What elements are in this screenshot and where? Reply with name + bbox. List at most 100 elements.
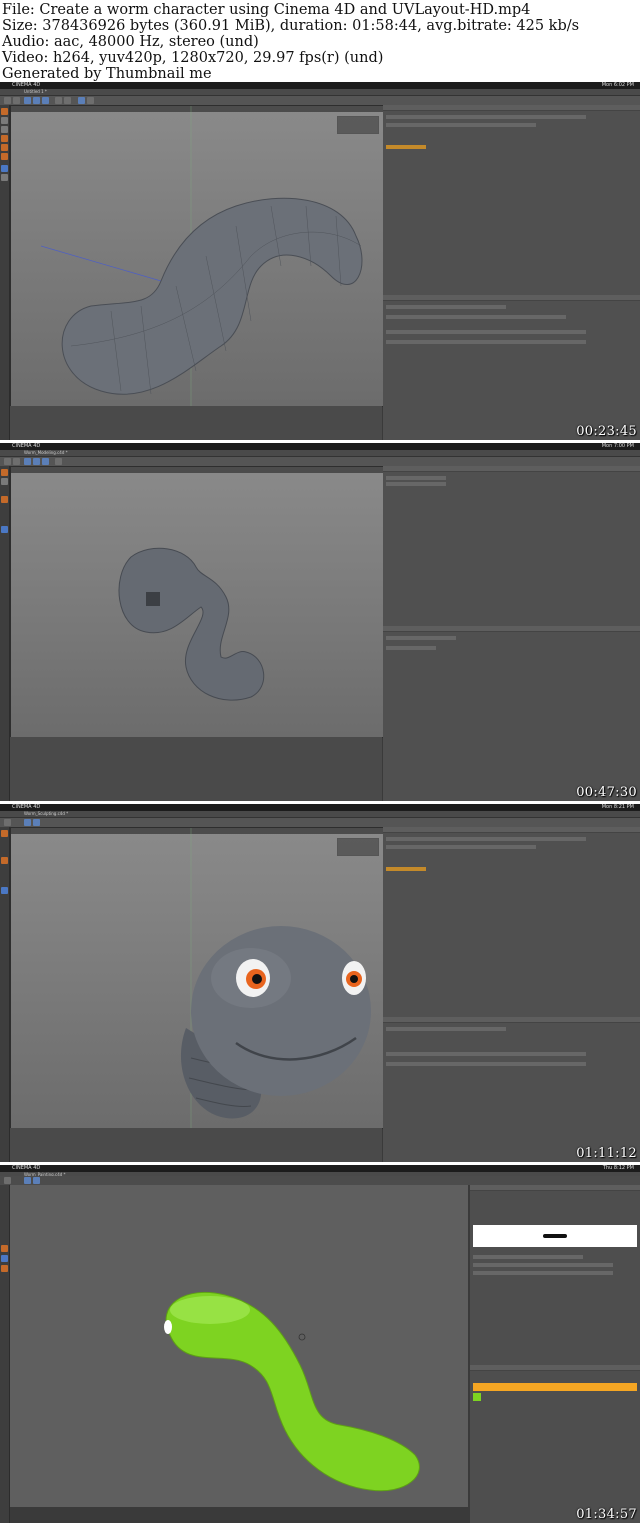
paint-tool-icon[interactable] [33, 1177, 40, 1184]
layer-row[interactable] [386, 123, 536, 127]
document-title: Untitled 1 * [24, 89, 47, 94]
render-icon[interactable] [55, 458, 62, 465]
make-editable-icon[interactable] [1, 830, 8, 837]
axis-icon[interactable] [1, 174, 8, 181]
attr-row[interactable] [386, 1062, 586, 1066]
document-title: Worm_Modeling.c4d * [24, 450, 68, 455]
thumbnail-frame-3: CINEMA 4D Mon 8:21 PM Worm_Sculpting.c4d… [0, 804, 640, 1162]
attr-row[interactable] [386, 1052, 586, 1056]
attr-row[interactable] [473, 1263, 613, 1267]
move-tool-icon[interactable] [24, 819, 31, 826]
polygons-mode-icon[interactable] [1, 153, 8, 160]
edges-mode-icon[interactable] [1, 144, 8, 151]
main-toolbar [0, 457, 640, 466]
pen-icon[interactable] [87, 97, 94, 104]
attr-row[interactable] [386, 646, 436, 650]
object-row[interactable] [386, 482, 446, 486]
attr-row[interactable] [386, 636, 456, 640]
undo-icon[interactable] [4, 458, 11, 465]
scale-tool-icon[interactable] [33, 458, 40, 465]
brush-icon[interactable] [1, 1255, 8, 1262]
attr-row[interactable] [386, 340, 586, 344]
object-row[interactable] [386, 476, 446, 480]
undo-icon[interactable] [4, 819, 11, 826]
redo-icon[interactable] [13, 97, 20, 104]
snap-icon[interactable] [1, 887, 8, 894]
attr-row[interactable] [386, 1027, 506, 1031]
layer-row[interactable] [386, 115, 586, 119]
paint-mode-icon[interactable] [1, 1245, 8, 1252]
timeline[interactable] [10, 406, 382, 440]
points-mode-icon[interactable] [1, 496, 8, 503]
objects-tabs[interactable] [383, 466, 640, 472]
attr-row[interactable] [386, 330, 586, 334]
main-menu: Untitled 1 * [0, 89, 640, 96]
worm-head[interactable] [191, 926, 371, 1096]
timeline[interactable] [10, 737, 382, 801]
redo-icon[interactable] [13, 458, 20, 465]
attributes-tabs[interactable] [470, 1185, 640, 1191]
cube-icon[interactable] [78, 97, 85, 104]
render-icon[interactable] [55, 97, 62, 104]
make-editable-icon[interactable] [1, 469, 8, 476]
layers-tabs[interactable] [383, 827, 640, 833]
mac-menubar: CINEMA 4D Mon 7:00 PM [0, 443, 640, 450]
make-editable-icon[interactable] [1, 108, 8, 115]
attr-row[interactable] [386, 305, 506, 309]
mac-menubar: CINEMA 4D Mon 6:02 PM [0, 82, 640, 89]
selected-layer[interactable] [473, 1383, 637, 1391]
layer-thumb[interactable] [473, 1393, 481, 1401]
snap-icon[interactable] [1, 526, 8, 533]
attributes-tabs[interactable] [383, 295, 640, 301]
move-tool-icon[interactable] [24, 1177, 31, 1184]
layer-row[interactable] [386, 837, 586, 841]
main-menu: Worm_Modeling.c4d * [0, 450, 640, 457]
texture-mode-icon[interactable] [1, 126, 8, 133]
clock-text: Mon 8:21 PM [601, 804, 634, 810]
clock-text: Mon 7:00 PM [601, 443, 634, 449]
points-mode-icon[interactable] [1, 857, 8, 864]
points-mode-icon[interactable] [1, 135, 8, 142]
selected-object-row[interactable] [386, 867, 426, 871]
fill-icon[interactable] [1, 1265, 8, 1272]
layers-tabs[interactable] [383, 105, 640, 111]
3d-viewport[interactable] [10, 105, 384, 407]
3d-viewport[interactable] [10, 466, 384, 738]
render-settings-icon[interactable] [64, 97, 71, 104]
viewport-canvas [180, 828, 371, 1128]
undo-icon[interactable] [4, 97, 11, 104]
scale-tool-icon[interactable] [33, 97, 40, 104]
worm-mesh[interactable] [118, 547, 265, 701]
thumbnail-frame-1: CINEMA 4D Mon 6:02 PM Untitled 1 * 00:23… [0, 82, 640, 440]
attr-row[interactable] [473, 1255, 583, 1259]
3d-viewport[interactable] [10, 827, 384, 1129]
move-tool-icon[interactable] [24, 97, 31, 104]
attributes-tabs[interactable] [383, 1017, 640, 1023]
clock-text: Mon 6:02 PM [601, 82, 634, 88]
move-tool-icon[interactable] [24, 458, 31, 465]
snap-icon[interactable] [1, 165, 8, 172]
3d-viewport[interactable] [10, 1185, 468, 1507]
timeline[interactable] [10, 1128, 382, 1162]
worm-mesh[interactable] [61, 197, 363, 395]
model-mode-icon[interactable] [1, 117, 8, 124]
layers-tabs[interactable] [470, 1365, 640, 1371]
attributes-tabs[interactable] [383, 626, 640, 632]
model-mode-icon[interactable] [1, 478, 8, 485]
viewport-canvas [164, 1291, 420, 1492]
undo-icon[interactable] [4, 1177, 11, 1184]
right-panels [470, 1185, 640, 1523]
mac-menubar: CINEMA 4D Mon 8:21 PM [0, 804, 640, 811]
rotate-tool-icon[interactable] [42, 97, 49, 104]
viewport-canvas [118, 547, 265, 701]
attr-row[interactable] [473, 1271, 613, 1275]
rotate-tool-icon[interactable] [42, 458, 49, 465]
attr-row[interactable] [386, 315, 566, 319]
layer-row[interactable] [386, 845, 536, 849]
viewport-canvas [40, 106, 363, 406]
document-title: Worm_Sculpting.c4d * [24, 811, 69, 816]
generated-line: Generated by Thumbnail me [2, 66, 212, 82]
scale-tool-icon[interactable] [33, 819, 40, 826]
main-toolbar [0, 818, 640, 827]
selected-object-row[interactable] [386, 145, 426, 149]
